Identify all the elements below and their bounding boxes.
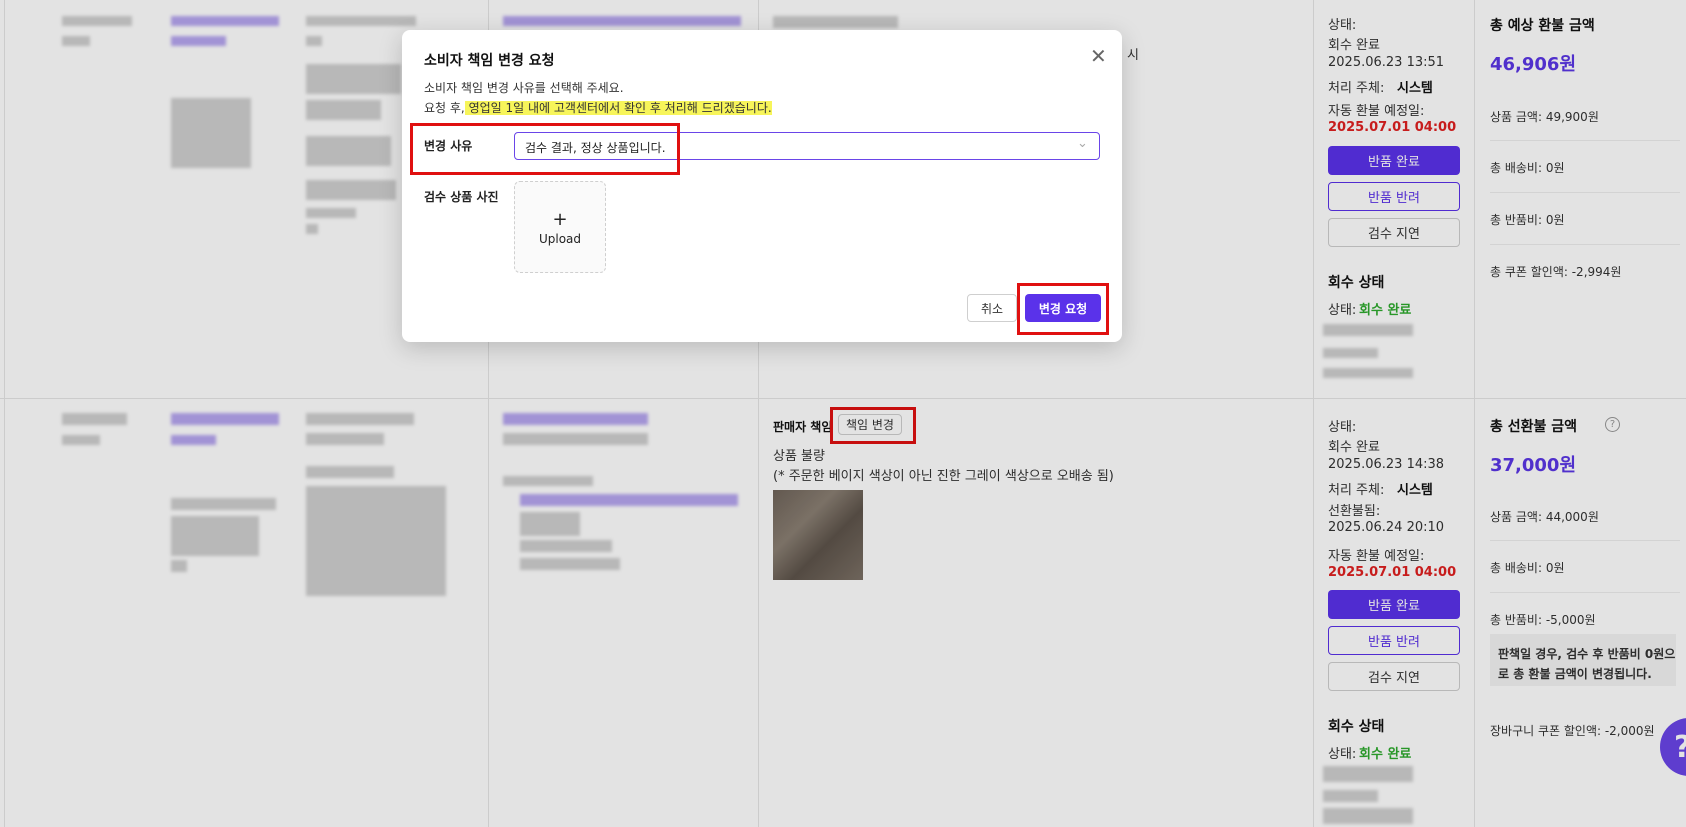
annotation-highlight-box [1017, 283, 1109, 335]
cancel-button[interactable]: 취소 [967, 294, 1017, 322]
upload-label: Upload [538, 231, 582, 246]
close-icon[interactable]: ✕ [1090, 44, 1107, 68]
photo-upload-button[interactable]: + Upload [514, 181, 606, 273]
chevron-down-icon: ⌄ [1077, 136, 1088, 151]
modal-title: 소비자 책임 변경 요청 [424, 53, 555, 69]
plus-icon: + [552, 208, 568, 230]
modal-description-notice: 요청 후, 영업일 1일 내에 고객센터에서 확인 후 처리해 드리겠습니다. [424, 101, 772, 115]
photo-label: 검수 상품 사진 [424, 190, 499, 204]
annotation-highlight-box [410, 123, 680, 175]
modal-description: 소비자 책임 변경 사유를 선택해 주세요. [424, 81, 624, 95]
responsibility-change-modal: 소비자 책임 변경 요청 ✕ 소비자 책임 변경 사유를 선택해 주세요. 요청… [402, 30, 1122, 342]
